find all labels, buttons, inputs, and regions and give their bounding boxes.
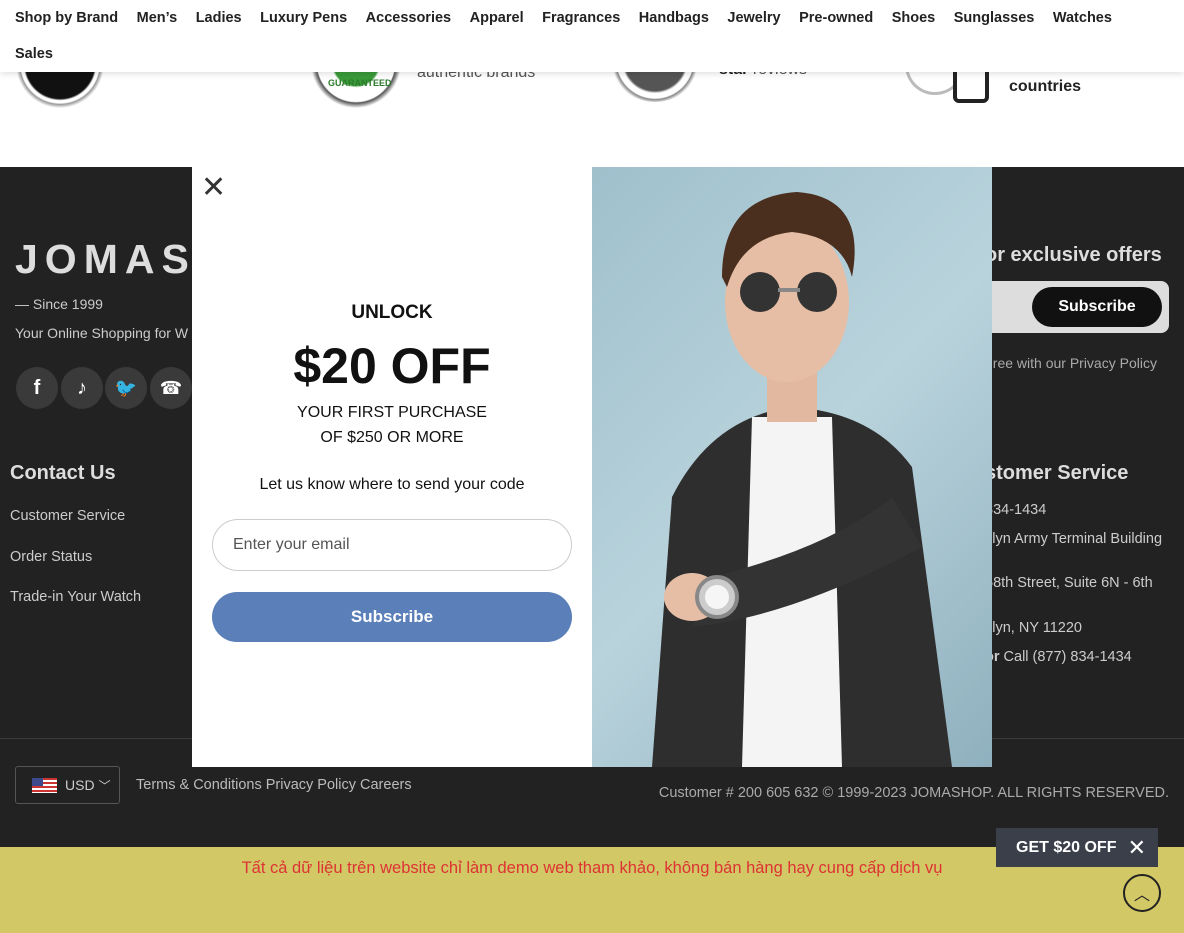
email-field[interactable] [212, 519, 572, 571]
offer-headline: $20 OFF [293, 338, 491, 394]
unlock-text: UNLOCK [351, 302, 433, 323]
close-icon[interactable]: ✕ [1128, 835, 1146, 861]
email-prompt: Let us know where to send your code [259, 476, 525, 493]
get-discount-label: GET $20 OFF [1016, 838, 1117, 856]
model-photo [592, 167, 992, 767]
close-icon[interactable]: ✕ [201, 173, 226, 203]
discount-modal: ✕ UNLOCK $20 OFF YOUR FIRST PURCHASE OF … [192, 167, 992, 767]
model-illustration [652, 192, 952, 767]
offer-line-1: YOUR FIRST PURCHASE [297, 404, 487, 421]
modal-content: ✕ UNLOCK $20 OFF YOUR FIRST PURCHASE OF … [192, 167, 592, 767]
offer-line-2: OF $250 OR MORE [320, 429, 464, 446]
back-to-top-button[interactable]: ︿ [1123, 874, 1161, 912]
subscribe-button[interactable]: Subscribe [212, 592, 572, 642]
get-discount-tab[interactable]: GET $20 OFF ✕ [996, 828, 1158, 867]
chevron-up-icon: ︿ [1133, 887, 1150, 904]
